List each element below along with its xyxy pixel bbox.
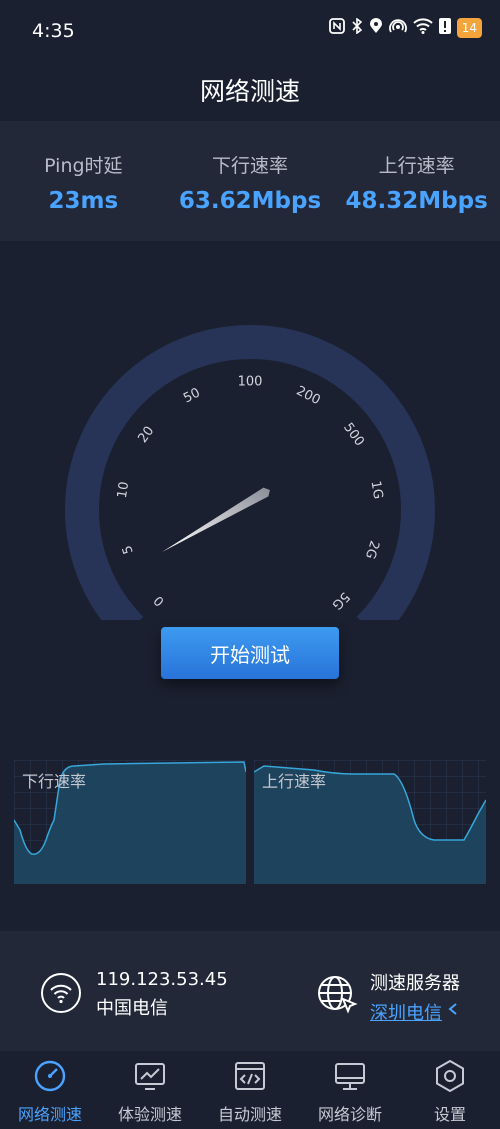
tab-auto-test[interactable]: 自动测速 [200,1051,300,1129]
download-graph: 下行速率 [13,760,247,884]
tab-diagnosis-label: 网络诊断 [317,1105,382,1124]
wifi-icon [413,18,433,38]
bottom-tab-bar: 网络测速 体验测速 自动测速 网络诊断 设置 [0,1051,500,1129]
stat-ping-label: Ping时延 [44,155,123,177]
upload-graph: 上行速率 [253,760,487,884]
stat-download-value: 63.62Mbps [178,188,322,214]
ip-address: 119.123.53.45 [96,969,228,990]
status-time: 4:35 [32,20,75,42]
speedometer-icon [33,1060,67,1097]
stats-panel: Ping时延 23ms 下行速率 63.62Mbps 上行速率 48.32Mbp… [0,121,500,241]
gauge-tick-label: 5G [329,589,353,613]
gauge-ticks: 0 5 10 20 50 100 200 500 1G 2G 5G [115,375,385,613]
wifi-circle-icon [40,972,82,1018]
tab-diagnosis[interactable]: 网络诊断 [300,1051,400,1129]
start-test-button[interactable]: 开始测试 [161,627,339,679]
upload-graph-label: 上行速率 [262,772,327,791]
stat-ping-value: 23ms [48,188,119,214]
gauge-needle [162,487,270,552]
gauge-tick-label: 100 [238,375,263,390]
gauge-tick-label: 2G [362,539,382,561]
desktop-icon [333,1063,367,1097]
stat-upload-value: 48.32Mbps [345,188,488,214]
tab-speed-test-label: 网络测速 [17,1105,82,1124]
nfc-icon [328,18,345,38]
gauge-tick-label: 200 [294,384,323,409]
tab-experience[interactable]: 体验测速 [100,1051,200,1129]
gauge-tick-label: 50 [181,386,203,407]
gauge-tick-label: 5 [120,543,137,556]
download-graph-label: 下行速率 [22,772,87,791]
caret-left-icon[interactable] [448,1001,458,1020]
stat-upload-label: 上行速率 [378,155,455,177]
alert-icon [438,18,451,38]
tab-experience-label: 体验测速 [117,1105,182,1124]
server-panel: 119.123.53.45 中国电信 测速服务器 深圳电信 [0,931,500,1051]
tab-speed-test[interactable]: 网络测速 [0,1051,100,1129]
code-window-icon [233,1062,267,1097]
page-title: 网络测速 [199,77,300,106]
speed-gauge: 0 5 10 20 50 100 200 500 1G 2G 5G [65,325,435,620]
gauge-tick-label: 1G [368,480,386,500]
network-info: 119.123.53.45 中国电信 [40,969,228,1020]
system-icons: 14 [328,17,482,38]
hotspot-icon [388,18,407,38]
gauge-tick-label: 500 [340,420,367,449]
hexagon-settings-icon [433,1059,467,1097]
stat-ping: Ping时延 23ms [0,121,167,241]
bluetooth-icon [351,17,363,38]
gauge-tick-label: 10 [115,481,132,500]
server-info[interactable]: 测速服务器 深圳电信 [316,969,460,1025]
stat-download: 下行速率 63.62Mbps [167,121,334,241]
stat-download-label: 下行速率 [212,155,289,177]
isp-name: 中国电信 [96,998,168,1019]
server-title: 测速服务器 [370,973,460,994]
server-name-link[interactable]: 深圳电信 [370,999,442,1025]
speed-graphs: 下行速率 上行速率 [13,760,487,884]
stat-upload: 上行速率 48.32Mbps [333,121,500,241]
status-bar: 4:35 14 [0,0,500,62]
tab-settings-label: 设置 [433,1105,466,1124]
globe-icon [316,974,358,1020]
battery-icon: 14 [456,18,482,38]
location-icon [369,18,383,38]
monitor-chart-icon [133,1063,167,1097]
tab-settings[interactable]: 设置 [400,1051,500,1129]
gauge-tick-label: 20 [136,424,158,446]
tab-auto-test-label: 自动测速 [217,1105,282,1124]
gauge-tick-label: 0 [151,592,167,608]
